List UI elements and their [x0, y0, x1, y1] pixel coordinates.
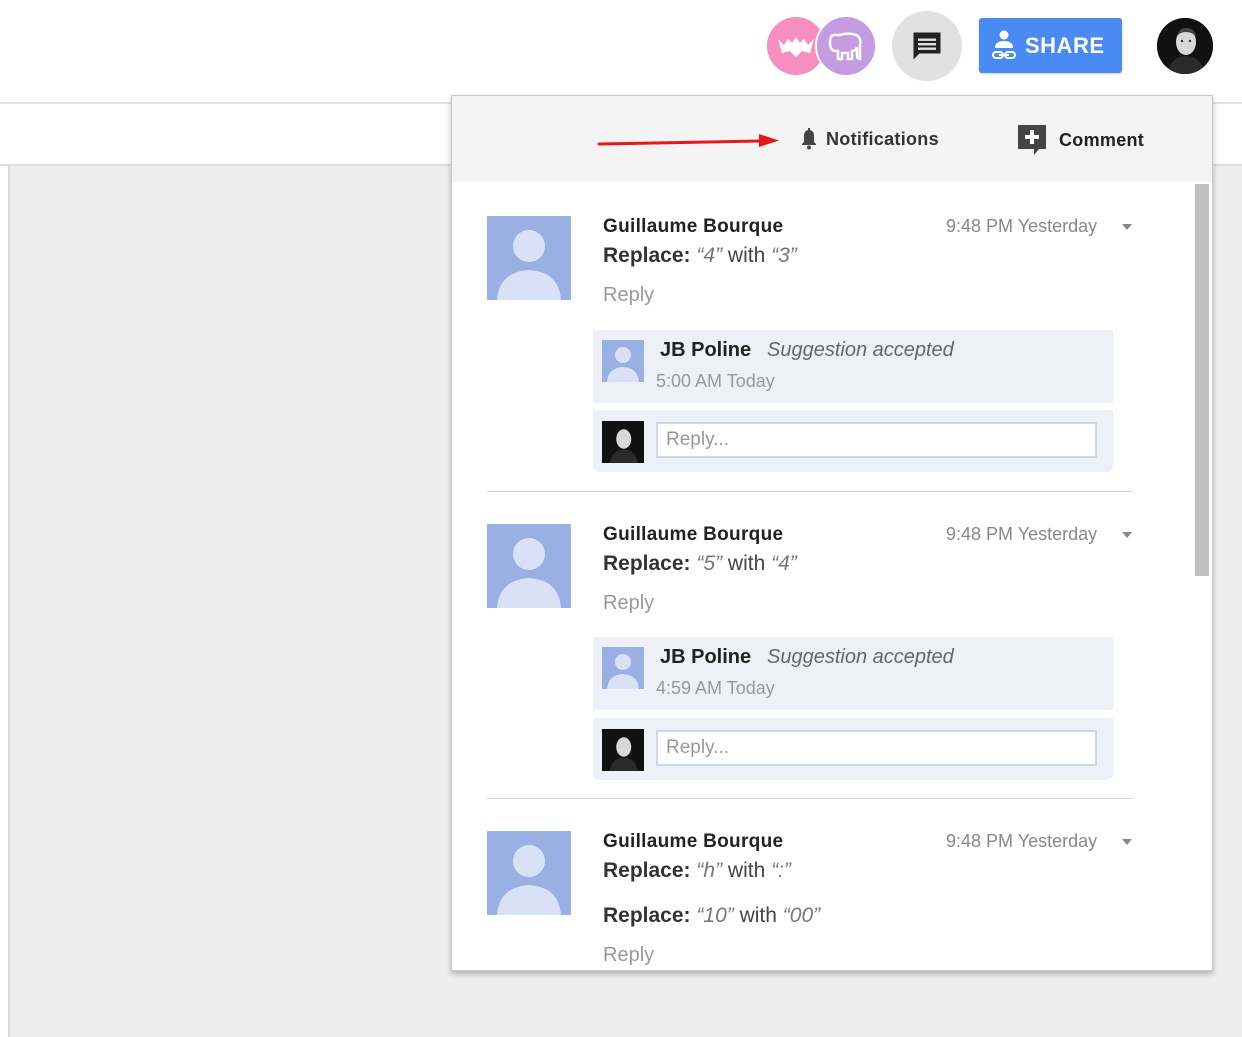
reply-author: JB Poline — [660, 339, 752, 361]
comment-author: Guillaume Bourque — [603, 216, 784, 237]
comments-toggle-button[interactable] — [892, 11, 962, 81]
collaborator-bat-icon — [778, 37, 814, 57]
comment-thread: Guillaume Bourque 9:48 PM Yesterday Repl… — [487, 831, 1133, 970]
comment-author: Guillaume Bourque — [603, 524, 784, 545]
suggestion-change: Replace: “10” with “00” — [603, 904, 821, 927]
reply-status: Suggestion accepted — [767, 339, 954, 361]
collaborator-elephant-icon — [828, 32, 862, 61]
reply-time: 5:00 AM Today — [656, 371, 775, 391]
default-avatar-icon — [497, 230, 561, 300]
comment-time: 9:48 PM Yesterday — [946, 831, 1098, 851]
top-bar: SHARE — [0, 0, 1242, 104]
reply-link[interactable]: Reply — [603, 284, 654, 307]
reply-author: JB Poline — [660, 646, 752, 668]
comment-author: Guillaume Bourque — [603, 831, 784, 852]
bell-icon — [802, 128, 816, 150]
caret-down-icon[interactable] — [1122, 839, 1132, 845]
collaborator-avatar-elephant[interactable] — [815, 15, 877, 77]
reply-input[interactable] — [656, 422, 1097, 458]
thread-reply: JB Poline Suggestion accepted 5:00 AM To… — [593, 330, 1113, 403]
caret-down-icon[interactable] — [1122, 224, 1132, 230]
comment-thread: Guillaume Bourque 9:48 PM Yesterday Repl… — [487, 216, 1133, 486]
share-person-link-icon — [992, 30, 1016, 59]
current-user-avatar[interactable] — [1157, 18, 1213, 74]
comments-panel-header: Notifications Comment — [452, 96, 1212, 182]
reply-compose — [593, 410, 1113, 472]
default-avatar-icon — [607, 347, 639, 382]
comment-thread: Guillaume Bourque 9:48 PM Yesterday Repl… — [487, 524, 1133, 794]
add-comment-label: Comment — [1059, 129, 1145, 150]
current-user-thumbnail — [602, 421, 644, 463]
caret-down-icon[interactable] — [1122, 532, 1132, 538]
notifications-label: Notifications — [826, 128, 939, 149]
notifications-button[interactable]: Notifications — [800, 128, 939, 150]
thread-divider — [487, 491, 1133, 492]
default-avatar-icon — [497, 845, 561, 915]
author-avatar — [487, 524, 571, 608]
comments-panel: Notifications Comment Guillaume Bourque … — [451, 95, 1213, 971]
user-photo-icon — [602, 421, 644, 463]
comments-icon — [913, 32, 941, 60]
default-avatar-icon — [497, 538, 561, 608]
reply-status: Suggestion accepted — [767, 646, 954, 668]
suggestion-change: Replace: “5” with “4” — [603, 552, 797, 575]
user-photo-icon — [602, 729, 644, 771]
share-button-label: SHARE — [1025, 32, 1105, 58]
reply-compose — [593, 718, 1113, 780]
share-button[interactable]: SHARE — [979, 18, 1122, 73]
user-photo-icon — [1157, 18, 1213, 74]
default-avatar-icon — [607, 654, 639, 689]
comments-scrollbar[interactable] — [1195, 184, 1209, 576]
add-comment-button[interactable]: Comment — [1017, 124, 1144, 156]
suggestion-change: Replace: “4” with “3” — [603, 244, 797, 267]
author-avatar — [487, 216, 571, 300]
current-user-thumbnail — [602, 729, 644, 771]
thread-divider — [487, 798, 1133, 799]
comment-time: 9:48 PM Yesterday — [946, 216, 1098, 236]
reply-author-avatar — [602, 647, 644, 689]
comment-time: 9:48 PM Yesterday — [946, 524, 1098, 544]
reply-time: 4:59 AM Today — [656, 678, 775, 698]
suggestion-change: Replace: “h” with “:” — [603, 859, 791, 882]
reply-link[interactable]: Reply — [603, 592, 654, 615]
reply-author-avatar — [602, 340, 644, 382]
reply-link[interactable]: Reply — [603, 944, 654, 967]
annotation-red-arrow — [597, 134, 779, 147]
author-avatar — [487, 831, 571, 915]
reply-input[interactable] — [656, 730, 1097, 766]
add-comment-icon — [1018, 125, 1046, 155]
thread-reply: JB Poline Suggestion accepted 4:59 AM To… — [593, 637, 1113, 710]
